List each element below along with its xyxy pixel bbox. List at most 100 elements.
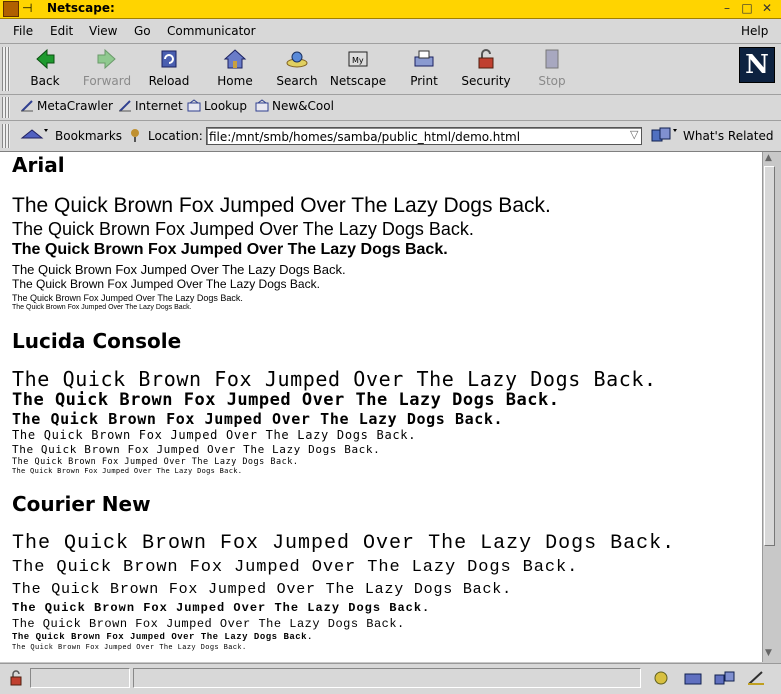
- reload-icon: [161, 50, 177, 68]
- sample-line: The Quick Brown Fox Jumped Over The Lazy…: [12, 367, 657, 391]
- forward-arrow-icon: [97, 48, 116, 70]
- status-bar: [0, 663, 781, 694]
- folder-new-cool[interactable]: New&Cool: [255, 99, 334, 113]
- home-button[interactable]: Home: [205, 47, 265, 91]
- bookmarks-icon: [20, 129, 48, 139]
- home-icon: [223, 49, 247, 69]
- print-button[interactable]: Print: [394, 47, 454, 91]
- bookmarks-menu-button[interactable]: [20, 126, 50, 147]
- page-content: Arial The Quick Brown Fox Jumped Over Th…: [0, 152, 762, 662]
- personal-toolbar-grip[interactable]: [2, 97, 10, 118]
- security-button[interactable]: Security: [456, 47, 516, 91]
- sample-line: The Quick Brown Fox Jumped Over The Lazy…: [12, 277, 320, 291]
- reload-button[interactable]: Reload: [139, 47, 199, 91]
- sample-line: The Quick Brown Fox Jumped Over The Lazy…: [12, 304, 192, 311]
- sample-line: The Quick Brown Fox Jumped Over The Lazy…: [12, 390, 560, 410]
- section-heading: Courier New: [12, 492, 151, 516]
- personal-toolbar: MetaCrawler Internet Lookup New&Cool: [0, 95, 781, 121]
- maximize-icon[interactable]: □: [740, 1, 754, 15]
- section-heading: Lucida Console: [12, 329, 182, 353]
- svg-text:My: My: [352, 56, 364, 65]
- sample-line: The Quick Brown Fox Jumped Over The Lazy…: [12, 219, 474, 239]
- section-heading: Arial: [12, 153, 65, 177]
- link-icon: [119, 100, 131, 112]
- menu-communicator[interactable]: Communicator: [167, 24, 256, 38]
- sample-line: The Quick Brown Fox Jumped Over The Lazy…: [12, 617, 405, 631]
- folder-lookup[interactable]: Lookup: [187, 99, 247, 113]
- location-toolbar-grip[interactable]: [2, 124, 10, 148]
- bookmarks-label[interactable]: Bookmarks: [55, 129, 122, 143]
- progress-field: [30, 668, 130, 688]
- whats-related-button[interactable]: [650, 126, 680, 147]
- scroll-up-icon[interactable]: ▲: [765, 153, 772, 163]
- app-menu-icon[interactable]: [3, 1, 19, 17]
- printer-icon: [414, 50, 434, 67]
- status-message-field: [133, 668, 641, 688]
- bookmark-label: Internet: [135, 99, 183, 113]
- bookmark-metacrawler[interactable]: MetaCrawler: [20, 99, 113, 113]
- search-button[interactable]: Search: [267, 47, 327, 91]
- window-title: Netscape:: [47, 1, 115, 15]
- scroll-down-icon[interactable]: ▼: [765, 648, 772, 658]
- newsgroups-component-icon[interactable]: [713, 670, 737, 686]
- navigation-toolbar: Back Forward Reload Home Search My Netsc…: [0, 44, 781, 95]
- print-label: Print: [410, 74, 438, 88]
- sample-line: The Quick Brown Fox Jumped Over The Lazy…: [12, 428, 417, 442]
- close-icon[interactable]: ✕: [760, 1, 774, 15]
- padlock-icon: [478, 49, 494, 69]
- sample-line: The Quick Brown Fox Jumped Over The Lazy…: [12, 457, 299, 467]
- back-arrow-icon: [36, 48, 55, 70]
- menu-help[interactable]: Help: [741, 24, 768, 38]
- sample-line: The Quick Brown Fox Jumped Over The Lazy…: [12, 601, 431, 615]
- bookmark-label: Lookup: [204, 99, 247, 113]
- mail-component-icon[interactable]: [683, 670, 703, 686]
- search-label: Search: [276, 74, 318, 88]
- bookmark-label: New&Cool: [272, 99, 334, 113]
- back-label: Back: [30, 74, 60, 88]
- menu-go[interactable]: Go: [134, 24, 151, 38]
- reload-label: Reload: [148, 74, 190, 88]
- bookmark-internet[interactable]: Internet: [118, 99, 183, 113]
- security-status-icon[interactable]: [8, 670, 24, 686]
- forward-label: Forward: [82, 74, 132, 88]
- vertical-scrollbar[interactable]: ▲ ▼: [762, 152, 777, 662]
- menu-edit[interactable]: Edit: [50, 24, 73, 38]
- whats-related-label[interactable]: What's Related: [683, 129, 773, 143]
- composer-component-icon[interactable]: [746, 670, 766, 686]
- navigator-component-icon[interactable]: [651, 670, 671, 686]
- menu-file[interactable]: File: [13, 24, 33, 38]
- location-input[interactable]: file:/mnt/smb/homes/samba/public_html/de…: [206, 127, 642, 145]
- sample-line: The Quick Brown Fox Jumped Over The Lazy…: [12, 632, 313, 642]
- security-label: Security: [461, 74, 511, 88]
- sample-line: The Quick Brown Fox Jumped Over The Lazy…: [12, 241, 448, 258]
- sample-line: The Quick Brown Fox Jumped Over The Lazy…: [12, 558, 579, 577]
- sample-line: The Quick Brown Fox Jumped Over The Lazy…: [12, 410, 504, 428]
- sample-line: The Quick Brown Fox Jumped Over The Lazy…: [12, 532, 676, 555]
- stop-button[interactable]: Stop: [522, 47, 582, 91]
- pin-icon[interactable]: ⊣: [22, 1, 32, 15]
- netscape-label: Netscape: [329, 74, 387, 88]
- sample-line: The Quick Brown Fox Jumped Over The Lazy…: [12, 194, 551, 217]
- my-netscape-icon: My: [348, 51, 368, 67]
- sample-line: The Quick Brown Fox Jumped Over The Lazy…: [12, 581, 512, 598]
- minimize-icon[interactable]: –: [720, 1, 734, 15]
- folder-icon: [187, 99, 201, 112]
- menu-view[interactable]: View: [89, 24, 117, 38]
- sample-line: The Quick Brown Fox Jumped Over The Lazy…: [12, 262, 346, 277]
- location-drag-icon[interactable]: [128, 127, 142, 143]
- bookmark-label: MetaCrawler: [37, 99, 113, 113]
- toolbar-grip[interactable]: [2, 47, 10, 91]
- sample-line: The Quick Brown Fox Jumped Over The Lazy…: [12, 443, 381, 456]
- back-button[interactable]: Back: [15, 47, 75, 91]
- forward-button[interactable]: Forward: [77, 47, 137, 91]
- stop-icon: [545, 49, 559, 69]
- location-toolbar: Bookmarks Location: file:/mnt/smb/homes/…: [0, 121, 781, 152]
- title-bar: ⊣ Netscape: – □ ✕: [0, 0, 781, 19]
- sample-line: The Quick Brown Fox Jumped Over The Lazy…: [12, 293, 243, 303]
- sample-line: The Quick Brown Fox Jumped Over The Lazy…: [12, 467, 243, 475]
- netscape-button[interactable]: My Netscape: [328, 47, 388, 91]
- location-label: Location:: [148, 129, 203, 143]
- scrollbar-thumb[interactable]: [764, 166, 775, 546]
- location-dropdown-icon[interactable]: ▽: [630, 128, 642, 144]
- netscape-logo[interactable]: N: [739, 47, 775, 83]
